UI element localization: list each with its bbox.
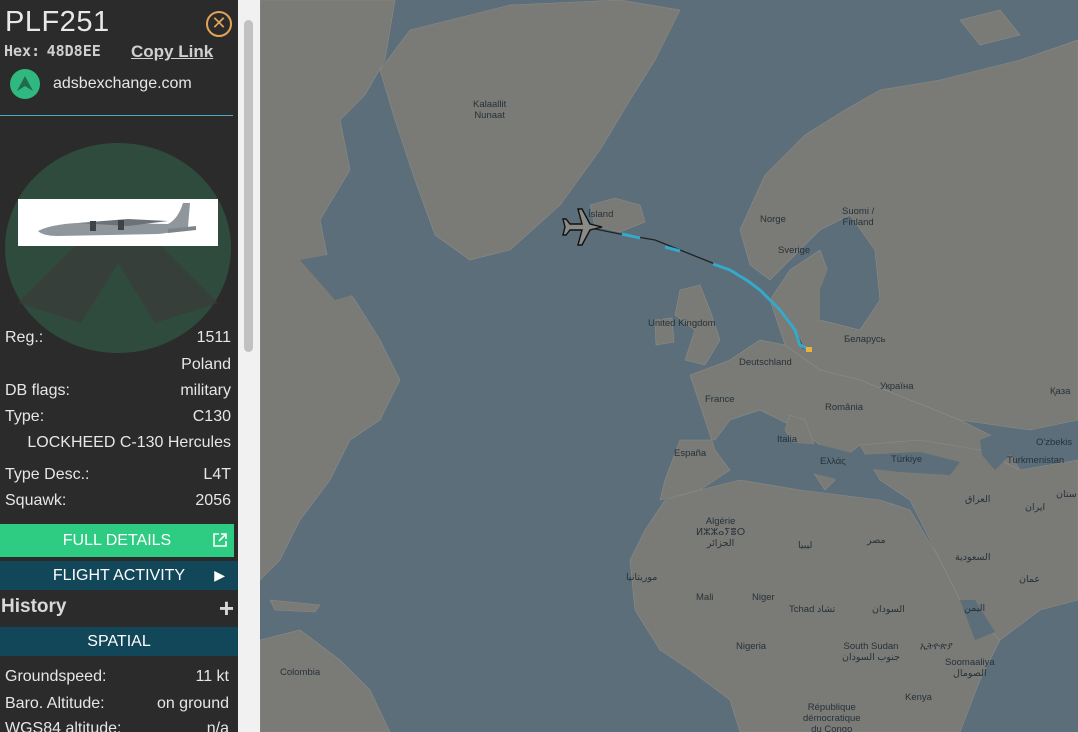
wgs84-altitude-value: n/a	[206, 720, 229, 732]
adsbexchange-logo-icon	[10, 69, 40, 99]
map-label-mali: Mali	[696, 592, 714, 603]
aircraft-photo[interactable]	[18, 199, 218, 246]
map-canvas	[260, 0, 1078, 732]
map-label-turkmenistan: Turkmenistan	[1007, 455, 1065, 466]
baro-altitude-row: Baro. Altitude: on ground	[5, 695, 231, 715]
plus-icon[interactable]: +	[219, 593, 234, 624]
reg-row: Reg.: 1511	[5, 329, 231, 349]
external-link-icon	[212, 524, 228, 560]
country-value: Poland	[181, 356, 231, 373]
map-label-iceland: Ísland	[588, 209, 614, 220]
map-label-iraq: العراق	[965, 494, 991, 505]
squawk-label: Squawk:	[5, 492, 67, 509]
map-label-chad: Tchad تشاد	[789, 604, 836, 615]
map-label-finland: Suomi / Finland	[842, 206, 875, 228]
baro-altitude-label: Baro. Altitude:	[5, 695, 105, 712]
type-label: Type:	[5, 408, 45, 425]
map-label-egypt: مصر	[867, 535, 886, 546]
groundspeed-value: 11 kt	[195, 668, 230, 685]
type-name-value: LOCKHEED C-130 Hercules	[27, 434, 231, 451]
type-desc-row: Type Desc.: L4T	[5, 466, 231, 486]
spatial-label: SPATIAL	[87, 633, 151, 650]
map-label-drc: République démocratique du Congo	[803, 702, 861, 732]
history-header[interactable]: History +	[0, 593, 238, 624]
db-flags-row: DB flags: military	[5, 382, 231, 402]
map-label-belarus: Беларусь	[844, 334, 886, 345]
flight-activity-label: FLIGHT ACTIVITY	[52, 567, 186, 584]
map-label-uk: United Kingdom	[648, 318, 716, 329]
map-label-ethiopia: ኢትዮጵያ	[920, 641, 953, 652]
map-label-south-sudan: South Sudan جنوب السودان	[842, 641, 900, 663]
scrollbar-thumb[interactable]	[244, 20, 253, 352]
reg-value: 1511	[196, 329, 231, 346]
map-label-colombia: Colombia	[280, 667, 321, 678]
history-title: History	[1, 596, 67, 617]
baro-altitude-value: on ground	[156, 695, 229, 712]
map-label-niger: Niger	[752, 592, 775, 603]
map-label-afghanistan: ستان	[1056, 489, 1077, 500]
groundspeed-label: Groundspeed:	[5, 668, 107, 685]
type-value: C130	[192, 408, 231, 425]
map-label-norway: Norge	[760, 214, 786, 225]
aircraft-photo-area	[0, 130, 238, 353]
map-view[interactable]: Kalaallit Nunaat Ísland Norge Sverige Suo…	[260, 0, 1078, 732]
aircraft-info-panel: PLF251 ✕ Hex: 48D8EE Copy Link adsbexcha…	[0, 0, 238, 732]
type-desc-value: L4T	[203, 466, 231, 483]
wgs84-altitude-label: WGS84 altitude:	[5, 720, 122, 732]
close-icon[interactable]: ✕	[206, 11, 232, 37]
map-label-spain: España	[674, 448, 707, 459]
map-label-mauritania: موريتانيا	[626, 572, 658, 583]
map-label-kenya: Kenya	[905, 692, 932, 703]
map-label-oman: عمان	[1019, 574, 1041, 585]
map-label-ukraine: Україна	[880, 381, 914, 392]
db-flags-label: DB flags:	[5, 382, 70, 399]
map-label-iran: ایران	[1025, 502, 1046, 513]
map-label-libya: ليبيا	[798, 540, 813, 551]
photo-placeholder-logo	[5, 143, 231, 353]
map-label-algeria: Algérie ⵍⵣⵣⴰⵢⴻⵔ الجزائر	[696, 516, 746, 549]
flight-activity-button[interactable]: FLIGHT ACTIVITY ▶	[0, 561, 238, 590]
db-flags-value: military	[180, 382, 231, 399]
map-label-sudan: السودان	[872, 604, 905, 615]
map-label-turkey: Türkiye	[891, 454, 923, 465]
type-desc-label: Type Desc.:	[5, 466, 90, 483]
map-label-uzbekistan: O'zbekis	[1036, 437, 1073, 448]
sidebar-scrollbar[interactable]	[238, 0, 260, 732]
map-label-kazakhstan: Қаза	[1050, 386, 1071, 397]
map-label-romania: România	[825, 402, 864, 413]
squawk-row: Squawk: 2056	[5, 492, 231, 512]
hex-row: Hex: 48D8EE	[4, 42, 101, 61]
hex-label: Hex:	[4, 42, 41, 60]
squawk-value: 2056	[195, 492, 231, 509]
full-details-label: FULL DETAILS	[62, 532, 172, 549]
map-label-germany: Deutschland	[739, 357, 792, 368]
map-label-greece: Ελλάς	[820, 456, 846, 467]
divider	[0, 115, 233, 116]
map-label-italy: Italia	[777, 434, 798, 445]
type-row: Type: C130	[5, 408, 231, 428]
map-label-yemen: اليمن	[964, 603, 986, 614]
map-label-france: France	[705, 394, 735, 405]
hex-value: 48D8EE	[46, 42, 101, 60]
reg-label: Reg.:	[5, 329, 44, 346]
spatial-section-header[interactable]: SPATIAL	[0, 627, 238, 656]
map-label-sweden: Sverige	[778, 245, 811, 256]
map-label-saudi-arabia: السعودية	[955, 552, 991, 563]
source-name[interactable]: adsbexchange.com	[53, 75, 192, 93]
map-label-nigeria: Nigeria	[736, 641, 767, 652]
callsign-title: PLF251	[5, 6, 110, 38]
groundspeed-row: Groundspeed: 11 kt	[5, 668, 231, 688]
map-label-greenland: Kalaallit Nunaat	[473, 99, 507, 121]
wgs84-altitude-row: WGS84 altitude: n/a	[5, 720, 231, 732]
map-label-somalia: Soomaaliya الصومال	[945, 657, 995, 679]
copy-link[interactable]: Copy Link	[131, 42, 213, 62]
caret-right-icon: ▶	[214, 567, 225, 583]
full-details-button[interactable]: FULL DETAILS	[0, 524, 234, 557]
